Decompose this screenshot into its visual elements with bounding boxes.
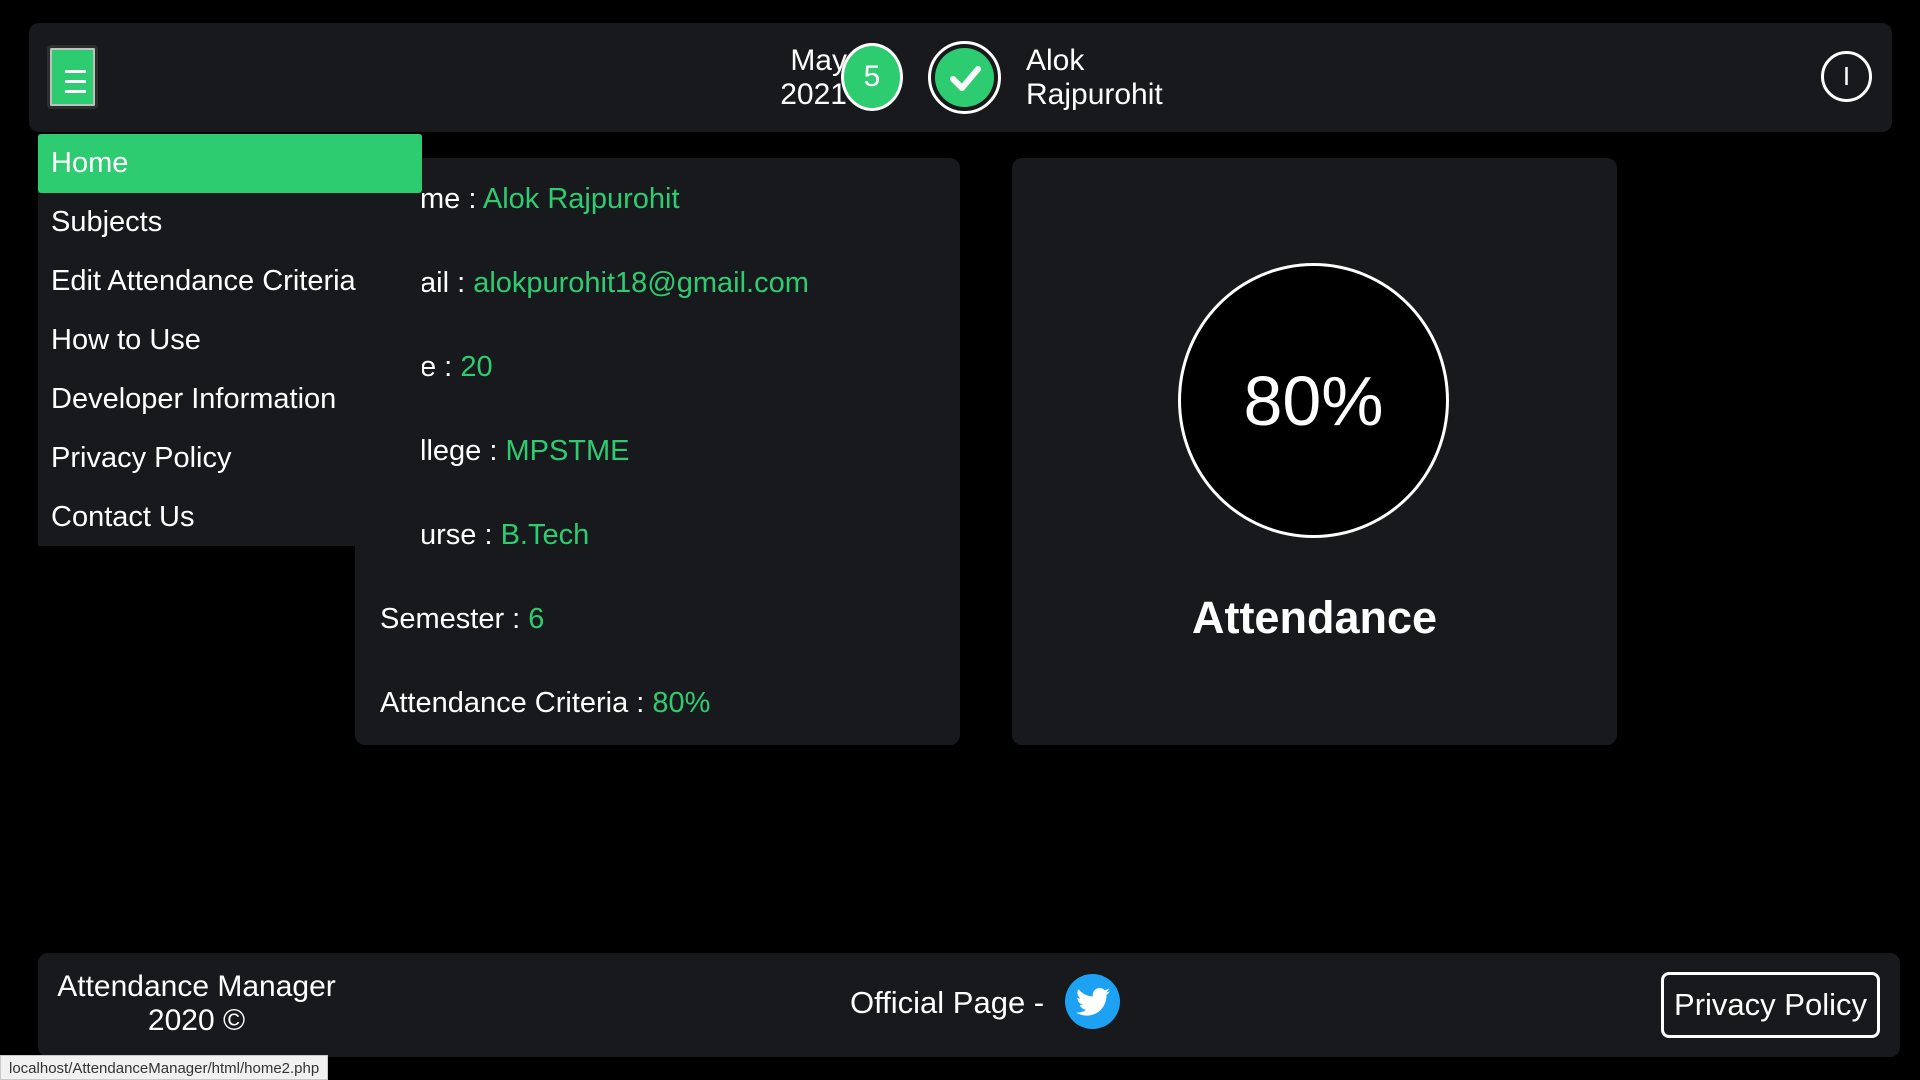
profile-value: Alok Rajpurohit	[482, 183, 680, 215]
profile-row-email: ail : alokpurohit18@gmail.com	[420, 267, 809, 300]
profile-value: 80%	[652, 687, 711, 719]
current-date: May 2021	[729, 44, 847, 112]
profile-label: Semester :	[380, 603, 529, 635]
profile-row-college: llege : MPSTME	[420, 435, 630, 468]
profile-row-attendance-criteria: Attendance Criteria : 80%	[380, 687, 710, 720]
checkmark-icon-svg	[949, 65, 981, 91]
menu-item-contact-us[interactable]: Contact Us	[38, 488, 422, 547]
page-footer: Attendance Manager 2020 © Official Page …	[38, 953, 1900, 1057]
profile-label: urse :	[420, 519, 501, 551]
menu-item-privacy-policy[interactable]: Privacy Policy	[38, 429, 422, 488]
attendance-percentage: 80%	[1243, 361, 1384, 440]
hamburger-icon	[65, 70, 86, 73]
profile-value: 20	[460, 351, 493, 383]
hamburger-icon-bar	[65, 80, 86, 83]
user-first-name: Alok	[1026, 44, 1085, 77]
date-year: 2021	[780, 78, 847, 111]
checkmark-icon	[935, 48, 994, 107]
user-last-name: Rajpurohit	[1026, 78, 1163, 111]
footer-copyright: Attendance Manager 2020 ©	[38, 970, 355, 1038]
hamburger-menu-button[interactable]	[47, 45, 98, 109]
menu-item-developer-information[interactable]: Developer Information	[38, 370, 422, 429]
logout-button[interactable]: I	[1821, 51, 1872, 102]
profile-value: alokpurohit18@gmail.com	[473, 267, 809, 299]
menu-item-home[interactable]: Home	[38, 134, 422, 193]
menu-item-edit-attendance-criteria[interactable]: Edit Attendance Criteria	[38, 252, 422, 311]
side-navigation-menu: Home Subjects Edit Attendance Criteria H…	[38, 134, 422, 546]
profile-row-name: me : Alok Rajpurohit	[420, 183, 680, 216]
profile-label: Attendance Criteria :	[380, 687, 653, 719]
user-name: Alok Rajpurohit	[1026, 44, 1163, 112]
hamburger-icon-bar	[65, 90, 86, 93]
profile-label: llege :	[420, 435, 506, 467]
profile-value: MPSTME	[505, 435, 630, 467]
profile-value: 6	[528, 603, 545, 635]
profile-label: ail :	[420, 267, 474, 299]
browser-status-url: localhost/AttendanceManager/html/home2.p…	[0, 1055, 329, 1080]
footer-privacy-policy-button[interactable]: Privacy Policy	[1661, 972, 1880, 1038]
profile-value: B.Tech	[500, 519, 590, 551]
menu-item-subjects[interactable]: Subjects	[38, 193, 422, 252]
day-badge: 5	[841, 43, 903, 111]
top-header: May 2021 5 Alok Rajpurohit I	[29, 23, 1892, 132]
profile-row-age: e : 20	[420, 351, 493, 384]
footer-year: 2020 ©	[147, 1004, 246, 1037]
profile-row-course: urse : B.Tech	[420, 519, 589, 552]
attendance-card: 80% Attendance	[1012, 158, 1617, 745]
menu-item-how-to-use[interactable]: How to Use	[38, 311, 422, 370]
power-icon: I	[1842, 61, 1851, 91]
date-month: May	[790, 44, 847, 77]
profile-label: e :	[420, 351, 461, 383]
footer-app-name: Attendance Manager	[57, 970, 336, 1003]
profile-row-semester: Semester : 6	[380, 603, 544, 636]
twitter-link[interactable]	[1065, 974, 1120, 1029]
official-page-label: Official Page -	[850, 985, 1045, 1020]
attendance-check-badge	[928, 41, 1001, 114]
attendance-percentage-circle: 80%	[1178, 263, 1449, 538]
twitter-icon	[1075, 987, 1110, 1016]
profile-card: me : Alok Rajpurohit ail : alokpurohit18…	[355, 158, 960, 745]
profile-label: me :	[420, 183, 483, 215]
attendance-label: Attendance	[1191, 592, 1438, 643]
